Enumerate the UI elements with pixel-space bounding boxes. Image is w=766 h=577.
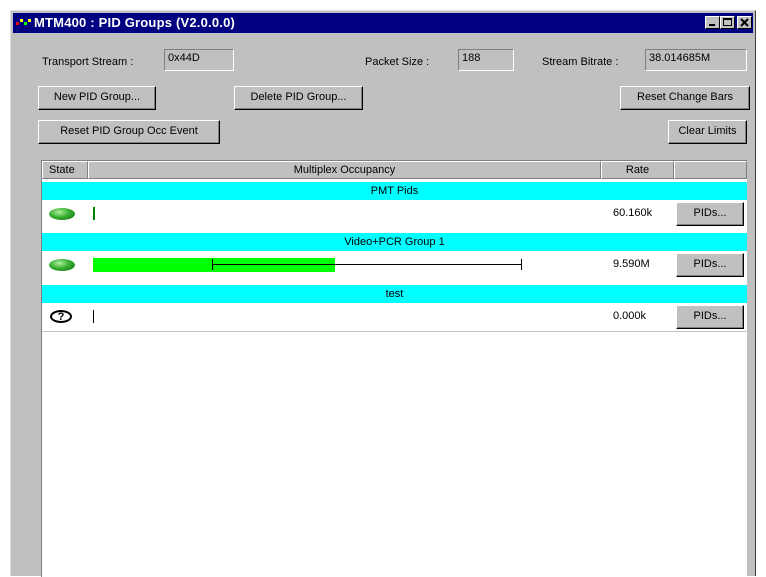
clear-limits-button[interactable]: Clear Limits (668, 120, 747, 144)
rate-value: 0.000k (613, 310, 647, 322)
rate-value: 60.160k (613, 207, 653, 219)
minimize-button[interactable] (705, 16, 720, 29)
list-separator (42, 331, 747, 332)
group-data-row[interactable]: ? 0.000k PIDs... (42, 303, 747, 331)
group-data-row[interactable]: 9.590M PIDs... (42, 251, 747, 279)
packet-size-label: Packet Size : (365, 56, 430, 68)
limit-max-marker (521, 259, 522, 270)
group-data-row[interactable]: 60.160k PIDs... (42, 200, 747, 228)
group-header-row[interactable]: test (42, 285, 747, 303)
status-unknown-icon: ? (50, 310, 72, 323)
app-icon (16, 19, 31, 25)
group-header-row[interactable]: PMT Pids (42, 182, 747, 200)
new-pid-group-button[interactable]: New PID Group... (38, 86, 156, 110)
maximize-icon (723, 18, 732, 26)
occupancy-limit-range (212, 264, 521, 265)
reset-change-bars-button[interactable]: Reset Change Bars (620, 86, 750, 110)
delete-pid-group-button[interactable]: Delete PID Group... (234, 86, 363, 110)
pid-groups-window: MTM400 : PID Groups (V2.0.0.0) Transport… (10, 10, 756, 577)
status-ok-icon (49, 208, 75, 220)
limit-min-marker (212, 259, 213, 270)
transport-stream-label: Transport Stream : (42, 56, 134, 68)
header-state[interactable]: State (42, 161, 88, 179)
reset-pid-group-occ-event-button[interactable]: Reset PID Group Occ Event (38, 120, 220, 144)
stream-bitrate-label: Stream Bitrate : (542, 56, 619, 68)
status-ok-icon (49, 259, 75, 271)
window-title: MTM400 : PID Groups (V2.0.0.0) (34, 15, 236, 30)
minimize-icon (709, 24, 715, 26)
stream-bitrate-field: 38.014685M (645, 49, 747, 71)
packet-size-field: 188 (458, 49, 514, 71)
header-multiplex-occupancy[interactable]: Multiplex Occupancy (88, 161, 601, 179)
title-bar[interactable]: MTM400 : PID Groups (V2.0.0.0) (13, 13, 753, 33)
pid-group-list[interactable]: State Multiplex Occupancy Rate PMT Pids … (41, 160, 747, 577)
group-header-row[interactable]: Video+PCR Group 1 (42, 233, 747, 251)
transport-stream-field: 0x44D (164, 49, 234, 71)
occupancy-bar (93, 310, 94, 323)
maximize-button[interactable] (720, 16, 735, 29)
header-rate[interactable]: Rate (601, 161, 674, 179)
header-pids[interactable] (674, 161, 747, 179)
close-button[interactable] (737, 16, 752, 29)
occupancy-bar (93, 258, 335, 272)
rate-value: 9.590M (613, 258, 650, 270)
pids-button[interactable]: PIDs... (676, 253, 744, 277)
close-icon (740, 18, 749, 27)
pids-button[interactable]: PIDs... (676, 305, 744, 329)
occupancy-bar (93, 207, 95, 220)
pids-button[interactable]: PIDs... (676, 202, 744, 226)
